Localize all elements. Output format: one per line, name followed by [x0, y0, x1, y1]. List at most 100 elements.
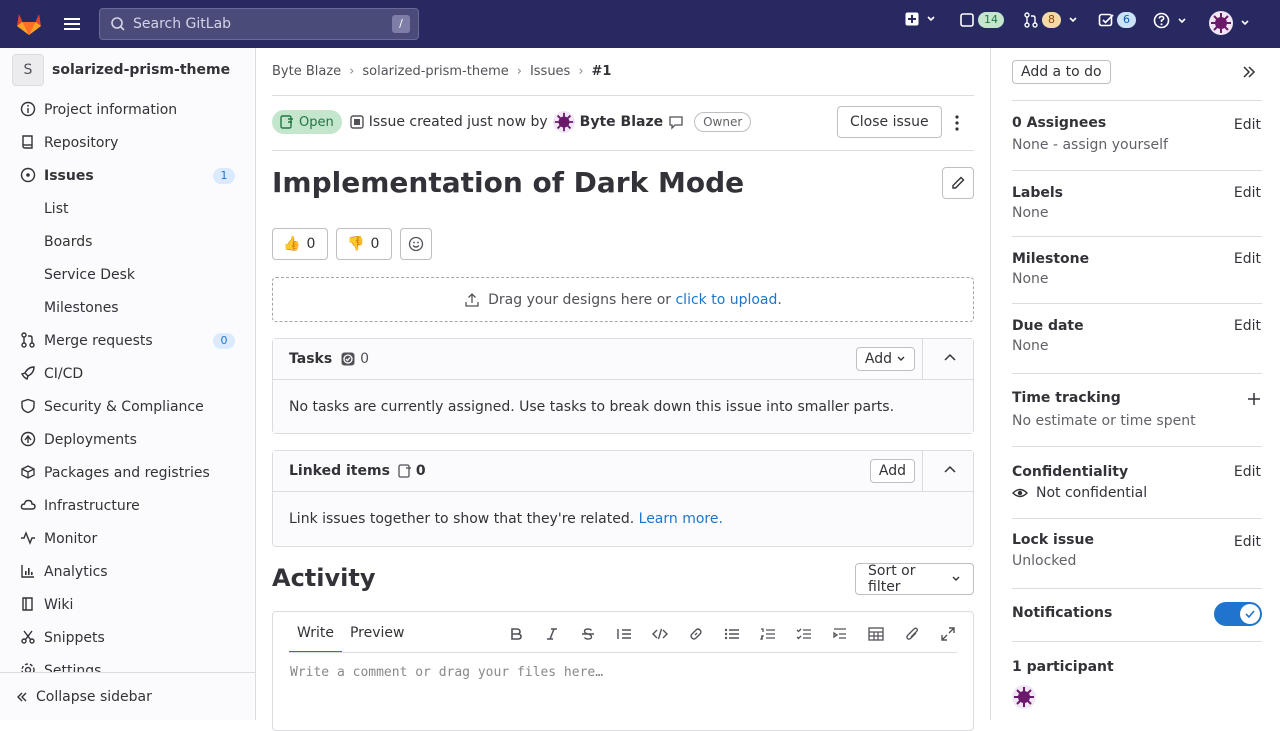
- learn-more-link[interactable]: Learn more.: [639, 511, 723, 527]
- add-linked-item-button[interactable]: Add: [869, 459, 915, 483]
- create-new-menu[interactable]: [905, 12, 936, 26]
- edit-lock-button[interactable]: Edit: [1234, 534, 1261, 550]
- sidebar-item-security-compliance[interactable]: Security & Compliance: [0, 390, 255, 423]
- fullscreen-icon[interactable]: [938, 624, 957, 643]
- confidentiality-label: Not confidential: [1036, 485, 1148, 501]
- attachment-icon[interactable]: [902, 624, 921, 643]
- comment-textarea[interactable]: Write a comment or drag your files here…: [290, 665, 603, 680]
- add-time-icon[interactable]: [1247, 392, 1261, 406]
- sidebar-item-issues[interactable]: Issues 1: [0, 159, 255, 192]
- top-bar: Search GitLab / 14 8 6: [0, 0, 1280, 48]
- quote-icon[interactable]: [614, 624, 633, 643]
- edit-title-button[interactable]: [942, 167, 974, 199]
- sidebar-item-snippets[interactable]: Snippets: [0, 621, 255, 654]
- collapsible-section-icon[interactable]: [830, 624, 849, 643]
- divider: [922, 339, 923, 379]
- thumbs-up-count: 0: [306, 236, 316, 252]
- right-sidebar: Add a to do 0 Assignees Edit None - assi…: [990, 48, 1280, 720]
- thumbs-down-button[interactable]: 👎 0: [336, 228, 392, 260]
- numbered-list-icon[interactable]: [758, 624, 777, 643]
- link-icon[interactable]: [686, 624, 705, 643]
- thumbs-up-button[interactable]: 👍 0: [272, 228, 328, 260]
- add-task-button[interactable]: Add: [855, 347, 915, 371]
- edit-milestone-button[interactable]: Edit: [1234, 251, 1261, 267]
- collapse-sidebar-button[interactable]: Collapse sidebar: [0, 672, 255, 720]
- notifications-section: Notifications: [1012, 588, 1262, 642]
- bold-icon[interactable]: [506, 624, 525, 643]
- linked-items-header: Linked items 0 Add: [273, 451, 973, 492]
- sidebar-item-label: Packages and registries: [44, 464, 210, 481]
- sidebar-item-merge-requests[interactable]: Merge requests 0: [0, 324, 255, 357]
- time-tracking-value: No estimate or time spent: [1012, 413, 1196, 429]
- monitor-icon: [20, 530, 36, 546]
- sidebar-item-monitor[interactable]: Monitor: [0, 522, 255, 555]
- edit-confidentiality-button[interactable]: Edit: [1234, 464, 1261, 480]
- labels-title: Labels: [1012, 185, 1064, 201]
- more-actions-icon[interactable]: [948, 114, 966, 132]
- deployments-icon: [20, 431, 36, 447]
- sidebar-item-project-information[interactable]: Project information: [0, 93, 255, 126]
- double-chevron-right-icon[interactable]: [1242, 65, 1256, 79]
- project-header[interactable]: S solarized-prism-theme: [12, 54, 230, 86]
- gitlab-logo-icon[interactable]: [16, 11, 42, 36]
- issues-nav[interactable]: 14: [959, 12, 1004, 28]
- table-icon[interactable]: [866, 624, 885, 643]
- sidebar-item-packages-registries[interactable]: Packages and registries: [0, 456, 255, 489]
- sidebar-item-wiki[interactable]: Wiki: [0, 588, 255, 621]
- issues-icon: [398, 464, 412, 478]
- sidebar-item-deployments[interactable]: Deployments: [0, 423, 255, 456]
- user-menu[interactable]: [1209, 11, 1250, 35]
- search-input[interactable]: Search GitLab /: [99, 8, 419, 40]
- sidebar-item-service-desk[interactable]: Service Desk: [0, 258, 255, 291]
- milestone-value: None: [1012, 271, 1049, 287]
- notifications-toggle[interactable]: [1214, 602, 1262, 626]
- todos-count-badge: 6: [1117, 12, 1136, 28]
- tab-write[interactable]: Write: [289, 612, 342, 653]
- italic-icon[interactable]: [542, 624, 561, 643]
- check-icon: [1240, 604, 1260, 624]
- sidebar-item-milestones[interactable]: Milestones: [0, 291, 255, 324]
- sidebar-item-repository[interactable]: Repository: [0, 126, 255, 159]
- design-upload-dropzone[interactable]: Drag your designs here or click to uploa…: [272, 277, 974, 322]
- strikethrough-icon[interactable]: [578, 624, 597, 643]
- merge-requests-nav[interactable]: 8: [1023, 12, 1078, 28]
- chevron-down-icon: [1177, 16, 1187, 26]
- milestone-title: Milestone: [1012, 251, 1090, 267]
- notifications-title: Notifications: [1012, 605, 1113, 621]
- sidebar-item-boards[interactable]: Boards: [0, 225, 255, 258]
- author-name[interactable]: Byte Blaze: [580, 114, 663, 130]
- merge-request-icon: [1023, 12, 1039, 28]
- add-todo-button[interactable]: Add a to do: [1012, 60, 1111, 84]
- add-reaction-button[interactable]: [400, 228, 432, 260]
- bulleted-list-icon[interactable]: [722, 624, 741, 643]
- task-list-icon[interactable]: [794, 624, 813, 643]
- breadcrumb-item[interactable]: solarized-prism-theme: [362, 64, 508, 79]
- sidebar-item-ci-cd[interactable]: CI/CD: [0, 357, 255, 390]
- tab-preview[interactable]: Preview: [342, 612, 413, 653]
- close-issue-button[interactable]: Close issue: [837, 106, 942, 138]
- breadcrumb: Byte Blaze › solarized-prism-theme › Iss…: [272, 64, 611, 79]
- edit-labels-button[interactable]: Edit: [1234, 185, 1261, 201]
- sort-filter-dropdown[interactable]: Sort or filter: [855, 563, 974, 595]
- tasks-title: Tasks: [289, 351, 333, 367]
- assign-yourself-link[interactable]: None - assign yourself: [1012, 137, 1168, 153]
- participant-avatar[interactable]: [1012, 685, 1036, 709]
- sidebar-item-infrastructure[interactable]: Infrastructure: [0, 489, 255, 522]
- sidebar-item-analytics[interactable]: Analytics: [0, 555, 255, 588]
- sidebar-item-list[interactable]: List: [0, 192, 255, 225]
- code-icon[interactable]: [650, 624, 669, 643]
- breadcrumb-item-current[interactable]: #1: [592, 64, 612, 79]
- chevron-up-icon[interactable]: [943, 463, 957, 477]
- upload-icon: [464, 292, 480, 308]
- edit-due-date-button[interactable]: Edit: [1234, 318, 1261, 334]
- help-menu[interactable]: [1153, 12, 1187, 29]
- menu-icon[interactable]: [62, 14, 82, 34]
- click-to-upload-link[interactable]: click to upload: [675, 292, 777, 308]
- due-date-title: Due date: [1012, 318, 1084, 334]
- author-avatar[interactable]: [552, 111, 575, 133]
- breadcrumb-item[interactable]: Byte Blaze: [272, 64, 341, 79]
- chevron-up-icon[interactable]: [943, 351, 957, 365]
- breadcrumb-item[interactable]: Issues: [530, 64, 570, 79]
- todos-nav[interactable]: 6: [1098, 12, 1136, 28]
- edit-assignees-button[interactable]: Edit: [1234, 117, 1261, 133]
